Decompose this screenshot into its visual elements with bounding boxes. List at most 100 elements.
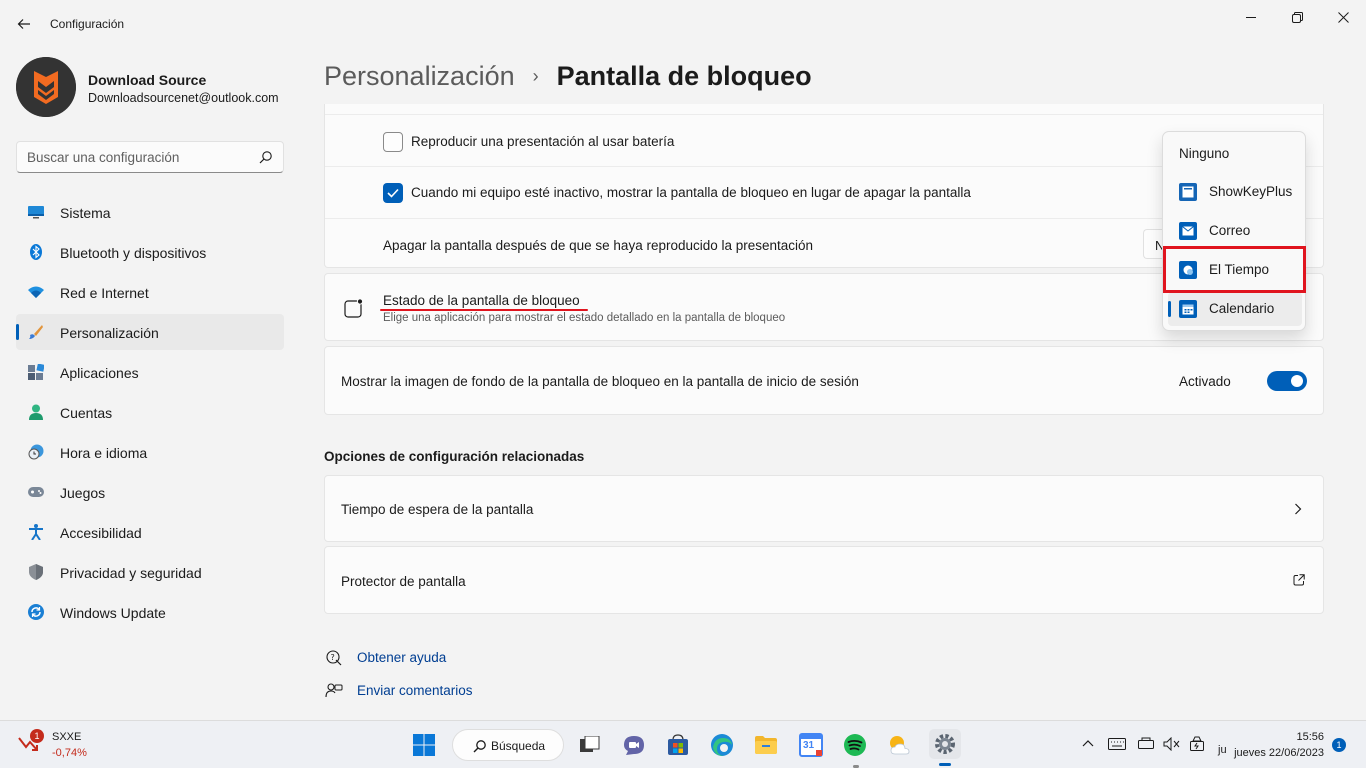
refresh-icon (28, 604, 44, 620)
wifi-icon (28, 284, 44, 300)
back-button[interactable] (10, 10, 38, 38)
notification-badge[interactable]: 1 (1332, 738, 1346, 752)
lock-status-icon (344, 298, 364, 318)
dropdown-option-calendario[interactable]: Calendario (1168, 292, 1302, 326)
teams-chat-button[interactable] (620, 731, 648, 759)
external-link-icon (1293, 574, 1305, 586)
date-prefix: ju (1218, 744, 1227, 756)
clock-globe-icon (28, 444, 44, 460)
keyboard-icon[interactable] (1108, 738, 1126, 750)
inactive-lockscreen-checkbox[interactable] (383, 183, 403, 203)
weather-sun-cloud-icon (890, 736, 910, 755)
turnoff-screen-select[interactable]: N (1143, 229, 1164, 259)
get-help-link[interactable]: ? Obtener ayuda (324, 648, 446, 668)
screensaver-card[interactable]: Protector de pantalla (324, 546, 1324, 614)
clock[interactable]: 15:56 jueves 22/06/2023 (1232, 729, 1324, 761)
chevron-right-icon (1295, 503, 1302, 515)
sidebar-item-accesibilidad[interactable]: Accesibilidad (16, 514, 284, 550)
screen-timeout-label: Tiempo de espera de la pantalla (341, 502, 534, 517)
taskbar-search[interactable]: Búsqueda (452, 729, 564, 761)
background-on-signin-card: Mostrar la imagen de fondo de la pantall… (324, 346, 1324, 415)
settings-search-input[interactable] (27, 148, 247, 166)
dropdown-option-ninguno[interactable]: Ninguno (1168, 137, 1302, 171)
edge-button[interactable] (708, 731, 736, 759)
stock-ticker: SXXE (52, 731, 82, 743)
sidebar-item-label: Hora e idioma (60, 445, 148, 461)
battery-power-icon[interactable] (1188, 736, 1206, 752)
download-source-logo-icon (16, 57, 76, 117)
windows-logo-icon (413, 734, 435, 756)
minimize-icon (1246, 17, 1256, 18)
close-button[interactable] (1320, 6, 1366, 28)
task-view-button[interactable] (576, 731, 604, 759)
start-button[interactable] (410, 731, 438, 759)
dropdown-option-showkeyplus[interactable]: ShowKeyPlus (1168, 175, 1302, 209)
dropdown-option-correo[interactable]: Correo (1168, 214, 1302, 248)
accessibility-icon (28, 524, 44, 540)
feedback-icon (324, 681, 344, 701)
dropdown-option-label: Ninguno (1179, 146, 1230, 161)
related-settings-title: Opciones de configuración relacionadas (324, 449, 585, 464)
store-button[interactable] (664, 731, 692, 759)
background-on-signin-toggle[interactable] (1267, 371, 1307, 391)
sidebar-item-sistema[interactable]: Sistema (16, 194, 284, 230)
dropdown-option-label: Calendario (1209, 301, 1275, 316)
sidebar-item-cuentas[interactable]: Cuentas (16, 394, 284, 430)
close-icon (1337, 11, 1349, 23)
sidebar-item-label: Juegos (60, 485, 106, 501)
help-icon: ? (324, 648, 344, 668)
user-profile[interactable]: Download Source Downloadsourcenet@outloo… (16, 57, 296, 117)
search-icon[interactable] (259, 150, 273, 164)
background-on-signin-label: Mostrar la imagen de fondo de la pantall… (341, 374, 859, 389)
settings-taskbar-button[interactable] (929, 729, 961, 766)
chevron-up-icon[interactable] (1082, 739, 1094, 747)
sidebar-item-personalizacion[interactable]: Personalización (16, 314, 284, 350)
sidebar-item-hora[interactable]: Hora e idioma (16, 434, 284, 470)
settings-search-box[interactable] (16, 141, 284, 173)
get-help-label[interactable]: Obtener ayuda (357, 650, 446, 665)
back-arrow-icon (17, 19, 30, 29)
battery-slideshow-checkbox[interactable] (383, 132, 403, 152)
svg-text:?: ? (331, 653, 335, 662)
minimize-button[interactable] (1228, 6, 1274, 28)
sidebar-item-red[interactable]: Red e Internet (16, 274, 284, 310)
sidebar-item-aplicaciones[interactable]: Aplicaciones (16, 354, 284, 390)
maximize-button[interactable] (1274, 6, 1320, 28)
lock-status-subtitle: Elige una aplicación para mostrar el est… (383, 312, 786, 324)
send-feedback-link[interactable]: Enviar comentarios (324, 681, 473, 701)
gamepad-icon (28, 484, 44, 500)
send-feedback-label[interactable]: Enviar comentarios (357, 683, 473, 698)
file-explorer-button[interactable] (752, 731, 780, 759)
profile-email: Downloadsourcenet@outlook.com (88, 91, 279, 105)
battery-slideshow-label: Reproducir una presentación al usar bate… (411, 134, 675, 149)
search-icon (473, 740, 486, 753)
sidebar-item-label: Privacidad y seguridad (60, 565, 202, 581)
usb-device-icon[interactable] (1138, 737, 1154, 751)
paintbrush-icon (28, 324, 44, 340)
google-calendar-button[interactable]: 31 (797, 731, 825, 759)
breadcrumb-parent[interactable]: Personalización (324, 61, 515, 92)
screen-timeout-card[interactable]: Tiempo de espera de la pantalla (324, 475, 1324, 542)
chat-icon (624, 736, 644, 755)
sidebar-item-label: Accesibilidad (60, 525, 142, 541)
bluetooth-icon (28, 244, 44, 260)
mail-icon (1179, 222, 1197, 240)
sidebar-item-label: Windows Update (60, 605, 166, 621)
profile-name: Download Source (88, 72, 207, 88)
window-title: Configuración (50, 17, 125, 31)
weather-widget-button[interactable] (885, 731, 913, 759)
volume-muted-icon[interactable] (1163, 737, 1181, 751)
sidebar-item-label: Cuentas (60, 405, 113, 421)
clock-time: 15:56 (1296, 731, 1324, 743)
screensaver-label: Protector de pantalla (341, 574, 466, 589)
spotify-button[interactable] (841, 731, 869, 759)
active-app-indicator (939, 763, 951, 766)
sidebar-item-juegos[interactable]: Juegos (16, 474, 284, 510)
sidebar-item-bluetooth[interactable]: Bluetooth y dispositivos (16, 234, 284, 270)
sidebar-item-privacidad[interactable]: Privacidad y seguridad (16, 554, 284, 590)
sidebar-item-windows-update[interactable]: Windows Update (16, 594, 284, 630)
stock-widget[interactable]: 1 SXXE -0,74% (18, 729, 98, 761)
sidebar-nav: Sistema Bluetooth y dispositivos Red e I… (16, 194, 284, 634)
shield-icon (28, 564, 44, 580)
task-view-icon (580, 736, 600, 752)
